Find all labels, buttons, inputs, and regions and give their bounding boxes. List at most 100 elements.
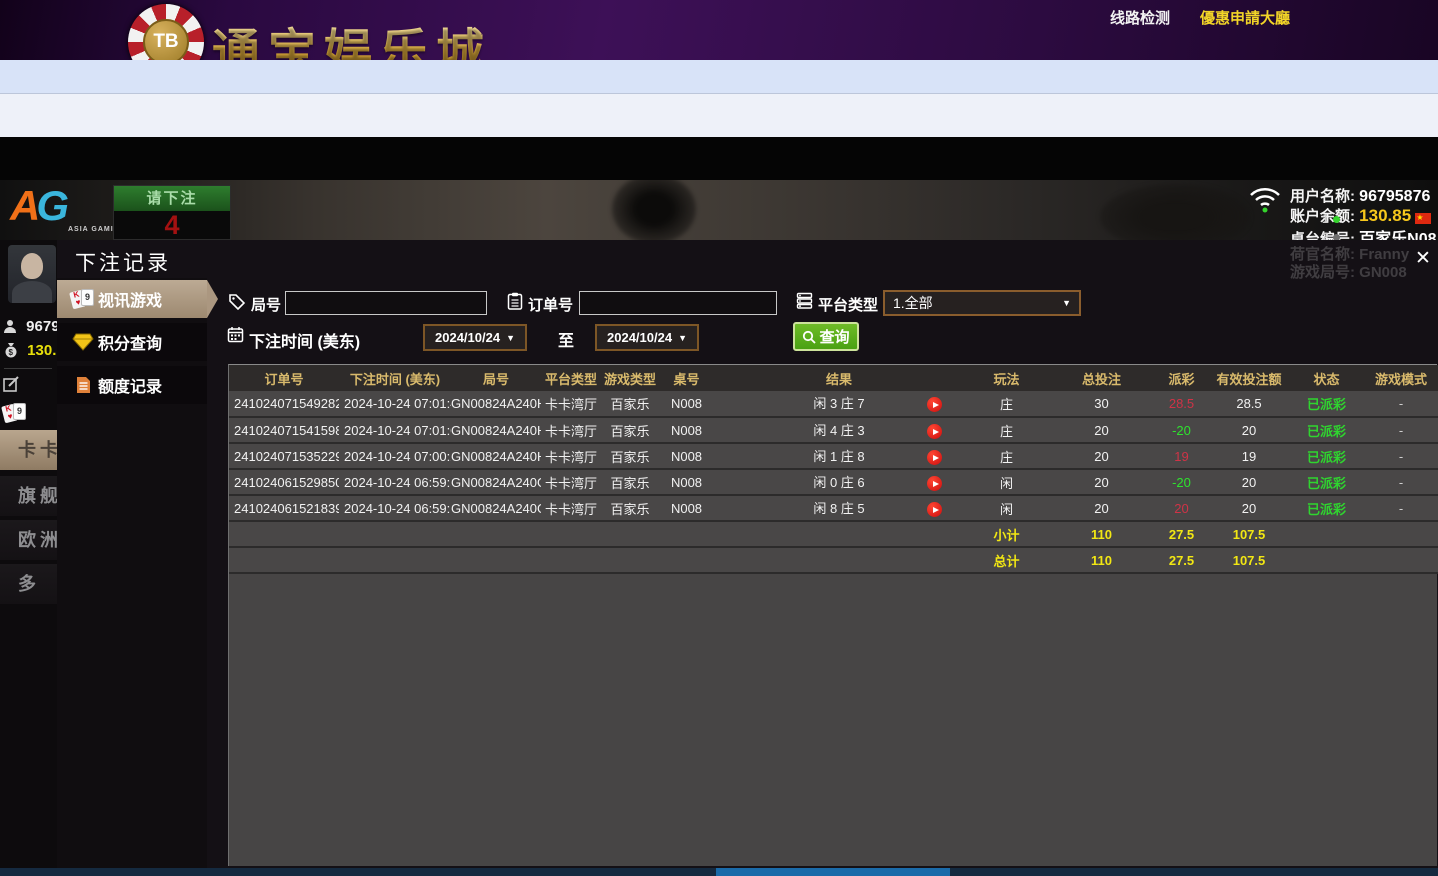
cell-status: 已派彩 xyxy=(1289,391,1364,417)
edit-icon xyxy=(3,376,20,393)
search-button[interactable]: 查询 xyxy=(793,322,859,351)
cell-game: 百家乐 xyxy=(601,469,659,495)
replay-play-button[interactable] xyxy=(927,502,942,517)
cell-table-no: N008 xyxy=(659,495,714,521)
tab-video-games[interactable]: K♥ 9 视讯游戏 xyxy=(57,280,207,318)
cell-bet: 20 xyxy=(1049,443,1154,469)
cell-bet: 20 xyxy=(1049,469,1154,495)
table-row: 241024071541598 2024-10-24 07:01:03 GN00… xyxy=(229,417,1438,443)
lobby-left-column: * 9679 $ 130. K♥ 9 卡卡 旗舰 欧洲 多 xyxy=(0,240,57,868)
lobby-edit-item[interactable] xyxy=(3,376,24,394)
subtotal-empty xyxy=(1364,521,1438,547)
promo-hall-link[interactable]: 優惠申請大廳 xyxy=(1200,7,1290,28)
subtotal-empty xyxy=(1289,521,1364,547)
cell-order: 241024071549282 xyxy=(229,391,339,417)
replay-play-button[interactable] xyxy=(927,450,942,465)
replay-play-button[interactable] xyxy=(927,424,942,439)
date-from-picker[interactable]: 2024/10/24▼ xyxy=(423,324,527,351)
hall-item-flagship[interactable]: 旗舰 xyxy=(0,476,57,516)
hall-item-europe[interactable]: 欧洲 xyxy=(0,520,57,560)
tab-quota-records[interactable]: 额度记录 xyxy=(57,366,207,404)
page-background-strip xyxy=(0,137,1438,180)
cell-bet: 30 xyxy=(1049,391,1154,417)
cell-mode: - xyxy=(1364,417,1438,443)
cell-round: GN00824A240GY xyxy=(451,495,541,521)
site-title: 通宝娱乐城 xyxy=(212,12,492,60)
header-play: 玩法 xyxy=(964,365,1049,391)
money-bag-icon: $ xyxy=(3,342,19,358)
header-time: 下注时间 (美东) xyxy=(339,365,451,391)
line-indicator-1[interactable]: 1 xyxy=(1322,212,1340,226)
table-row: 241024061521839 2024-10-24 06:59:10 GN00… xyxy=(229,495,1438,521)
line-indicator-2[interactable]: 2 xyxy=(1322,230,1340,240)
avatar[interactable] xyxy=(8,245,56,303)
cell-time: 2024-10-24 07:01:45 xyxy=(339,391,451,417)
cell-platform: 卡卡湾厅 xyxy=(541,495,601,521)
cell-play: 庄 xyxy=(964,391,1049,417)
cell-mode: - xyxy=(1364,443,1438,469)
cell-order: 241024071541598 xyxy=(229,417,339,443)
person-icon: * xyxy=(3,319,18,334)
table-row: 241024071535229 2024-10-24 07:00:27 GN00… xyxy=(229,443,1438,469)
hall-item-multi[interactable]: 多 xyxy=(0,564,57,604)
ag-logo: AG ASIA GAMING xyxy=(10,182,130,238)
subtotal-spacer xyxy=(229,521,964,547)
round-number-input[interactable] xyxy=(285,291,487,315)
search-button-label: 查询 xyxy=(819,326,849,347)
total-row: 总计 110 27.5 107.5 xyxy=(229,547,1438,573)
cell-round: GN00824A240H1 xyxy=(451,417,541,443)
tab-points-query[interactable]: 积分查询 xyxy=(57,323,207,361)
cell-platform: 卡卡湾厅 xyxy=(541,469,601,495)
cell-table-no: N008 xyxy=(659,391,714,417)
svg-text:*: * xyxy=(13,329,16,334)
date-range-to-label: 至 xyxy=(558,327,574,351)
user-name-row: 用户名称: 96795876 xyxy=(1290,185,1430,206)
dialog-close-button[interactable]: ✕ xyxy=(1409,246,1437,272)
url-bar[interactable]: gci.l842tbgc.com/agingame/pcv1/index.jsp… xyxy=(0,93,1438,137)
cell-status: 已派彩 xyxy=(1289,469,1364,495)
avatar-shoulders xyxy=(12,281,52,303)
cell-status: 已派彩 xyxy=(1289,443,1364,469)
lobby-user-id: * 9679 xyxy=(3,318,57,335)
cell-bet: 20 xyxy=(1049,495,1154,521)
header-table-no: 桌号 xyxy=(659,365,714,391)
tb-chip-label: TB xyxy=(143,19,189,60)
order-number-label: 订单号 xyxy=(528,294,573,315)
table-row: 241024061529850 2024-10-24 06:59:56 GN00… xyxy=(229,469,1438,495)
cell-result: 闲 1 庄 8 xyxy=(714,443,964,469)
subtotal-label: 小计 xyxy=(964,521,1049,547)
lobby-video-game-item[interactable]: K♥ 9 xyxy=(3,402,27,428)
cell-time: 2024-10-24 07:00:27 xyxy=(339,443,451,469)
lobby-divider xyxy=(4,368,52,369)
table-row: 241024071549282 2024-10-24 07:01:45 GN00… xyxy=(229,391,1438,417)
tb-chip-logo: TB xyxy=(128,4,204,60)
lobby-balance: $ 130. xyxy=(3,342,56,359)
cell-mode: - xyxy=(1364,495,1438,521)
date-to-picker[interactable]: 2024/10/24▼ xyxy=(595,324,699,351)
dialog-title: 下注记录 xyxy=(75,247,171,277)
platform-type-label: 平台类型 xyxy=(818,294,878,315)
cell-platform: 卡卡湾厅 xyxy=(541,391,601,417)
window-titlebar: A G Asia Gaming - Google Chrome xyxy=(0,60,1438,93)
hall-item-kakawan[interactable]: 卡卡 xyxy=(0,430,57,470)
cell-valid: 28.5 xyxy=(1209,391,1289,417)
subtotal-row: 小计 110 27.5 107.5 xyxy=(229,521,1438,547)
round-number-ghost-text: 游戏局号: GN008 xyxy=(1290,261,1407,282)
bottom-scroll-segment[interactable] xyxy=(716,868,950,876)
user-name-label: 用户名称: xyxy=(1290,188,1355,205)
tab-label: 积分查询 xyxy=(98,330,162,354)
header-total-bet: 总投注 xyxy=(1049,365,1154,391)
replay-play-button[interactable] xyxy=(927,397,942,412)
line-check-link[interactable]: 线路检测 xyxy=(1110,7,1170,28)
platform-type-select[interactable]: 1.全部 ▼ xyxy=(883,290,1081,316)
cell-game: 百家乐 xyxy=(601,391,659,417)
chevron-down-icon: ▼ xyxy=(678,333,687,343)
replay-play-button[interactable] xyxy=(927,476,942,491)
china-flag-icon: ★ xyxy=(1415,213,1431,224)
cell-table-no: N008 xyxy=(659,469,714,495)
order-number-input[interactable] xyxy=(579,291,777,315)
cell-valid: 20 xyxy=(1209,495,1289,521)
cell-game: 百家乐 xyxy=(601,495,659,521)
cell-result: 闲 8 庄 5 xyxy=(714,495,964,521)
tab-label: 视讯游戏 xyxy=(98,287,162,311)
